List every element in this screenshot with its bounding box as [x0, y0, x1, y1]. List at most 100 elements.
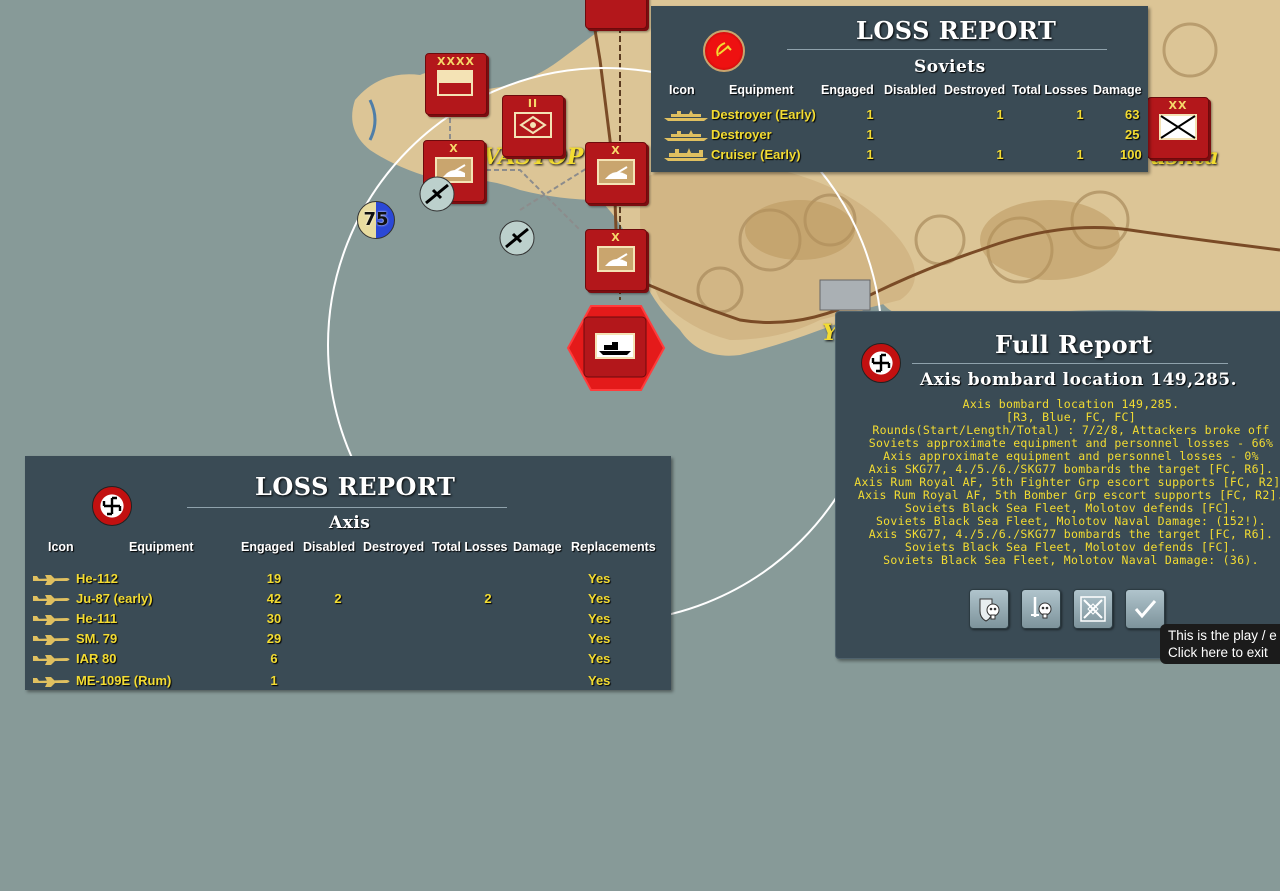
- col-header-engaged: Engaged: [821, 83, 874, 97]
- equipment-name: Ju-87 (early): [76, 591, 153, 606]
- unit-counter-top[interactable]: [585, 0, 647, 29]
- equipment-name: Destroyer (Early): [711, 107, 816, 122]
- artillery-symbol-icon: [597, 246, 635, 272]
- axis-report-side: Axis: [329, 513, 371, 533]
- aircraft-icon: [33, 615, 70, 625]
- total-losses-value: 1: [1076, 107, 1084, 122]
- axis-report-title: LOSS REPORT: [255, 472, 456, 501]
- replacements-value: Yes: [588, 571, 611, 586]
- aircraft-icon: [33, 677, 70, 687]
- equipment-name: ME-109E (Rum): [76, 673, 172, 688]
- col-header-disabled: Disabled: [303, 540, 356, 554]
- confirm-button[interactable]: [1125, 589, 1165, 629]
- col-header-damage: Damage: [513, 540, 562, 554]
- replacements-value: Yes: [588, 651, 611, 666]
- damage-value: 25: [1125, 127, 1140, 142]
- axis-loss-list[interactable]: He-112 19 Yes Ju-87 (early) 42 2 2 Yes H…: [25, 567, 671, 690]
- aircraft-icon: [33, 595, 70, 605]
- unit-size-label: XXXX: [437, 55, 475, 68]
- equipment-name: Destroyer: [711, 127, 772, 142]
- engaged-value: 1: [866, 147, 874, 162]
- unit-counter-battalion[interactable]: II: [502, 95, 564, 157]
- recon-symbol-icon: [514, 112, 552, 138]
- destroyer-ship-icon: [664, 110, 708, 121]
- aircraft-icon: [33, 575, 70, 585]
- equipment-name: Cruiser (Early): [711, 147, 801, 162]
- soviet-flag-icon: [703, 30, 745, 72]
- replacements-value: Yes: [588, 631, 611, 646]
- defense-losses-button[interactable]: [969, 589, 1009, 629]
- table-row: He-112 19 Yes: [25, 571, 671, 591]
- checkmark-icon: [1134, 600, 1157, 619]
- col-header-total-losses: Total Losses: [1012, 83, 1088, 97]
- unit-counter-signal-division[interactable]: XX: [1147, 97, 1209, 159]
- full-report-subtitle: Axis bombard location 149,285.: [920, 370, 1238, 390]
- table-row: IAR 80 6 Yes: [25, 651, 671, 671]
- axis-flag-icon: [92, 486, 132, 526]
- axis-flag-icon: [861, 343, 901, 383]
- tooltip-exit-link[interactable]: Click here to exit: [1168, 644, 1280, 661]
- unit-size-label: XX: [1168, 99, 1188, 112]
- destroyer-ship-icon: [664, 130, 708, 141]
- col-header-destroyed: Destroyed: [363, 540, 425, 554]
- shield-skull-icon: [979, 598, 1000, 622]
- col-header-icon: Icon: [669, 83, 695, 97]
- air-unit-marker-1[interactable]: [419, 176, 455, 212]
- table-row: He-111 30 Yes: [25, 611, 671, 631]
- destroyed-value: 1: [996, 147, 1004, 162]
- title-divider: [912, 363, 1228, 364]
- attack-losses-button[interactable]: [1021, 589, 1061, 629]
- total-losses-value: 2: [484, 591, 492, 606]
- unit-size-label: X: [611, 231, 621, 244]
- engaged-value: 1: [866, 107, 874, 122]
- air-unit-marker-2[interactable]: [499, 220, 535, 256]
- disabled-value: 2: [334, 591, 342, 606]
- tooltip[interactable]: This is the play / e Click here to exit: [1160, 624, 1280, 664]
- unit-size-label: II: [527, 97, 539, 110]
- total-losses-value: 1: [1076, 147, 1084, 162]
- engaged-value: 42: [266, 591, 282, 606]
- col-header-destroyed: Destroyed: [944, 83, 1006, 97]
- soviet-loss-report-panel: LOSS REPORT Soviets Icon Equipment Engag…: [651, 6, 1148, 172]
- equipment-name: He-111: [76, 611, 118, 626]
- unit-counter-artillery-brigade-2[interactable]: X: [585, 142, 647, 204]
- cruiser-ship-icon: [664, 148, 708, 161]
- unit-counter-artillery-brigade-3[interactable]: X: [585, 229, 647, 291]
- engaged-value: 1: [866, 127, 874, 142]
- axis-loss-report-panel: LOSS REPORT Axis Icon Equipment Engaged …: [25, 456, 671, 690]
- engaged-value: 1: [270, 673, 278, 688]
- col-header-total-losses: Total Losses: [432, 540, 508, 554]
- artillery-symbol-icon: [597, 159, 635, 185]
- table-row: ME-109E (Rum) 1 Yes: [25, 673, 671, 690]
- engaged-value: 30: [266, 611, 282, 626]
- combat-details-button[interactable]: [1073, 589, 1113, 629]
- col-header-equipment: Equipment: [729, 83, 794, 97]
- strength-marker[interactable]: 75: [357, 201, 395, 239]
- soviet-report-title: LOSS REPORT: [856, 16, 1057, 45]
- aircraft-icon: [33, 655, 70, 665]
- full-report-title: Full Report: [995, 330, 1153, 359]
- title-divider: [187, 507, 507, 508]
- col-header-equipment: Equipment: [129, 540, 194, 554]
- tooltip-line: This is the play / e: [1168, 628, 1277, 643]
- engaged-value: 19: [266, 571, 282, 586]
- signal-symbol-icon: [1159, 114, 1197, 140]
- unit-size-label: X: [449, 142, 459, 155]
- col-header-disabled: Disabled: [884, 83, 937, 97]
- damage-value: 100: [1120, 147, 1142, 162]
- title-divider: [787, 49, 1107, 50]
- sword-skull-icon: [1031, 597, 1052, 619]
- col-header-engaged: Engaged: [241, 540, 294, 554]
- soviet-report-side: Soviets: [914, 57, 986, 77]
- combat-log[interactable]: Axis bombard location 149,285. [R3, Blue…: [836, 398, 1280, 578]
- col-header-replacements: Replacements: [571, 540, 656, 554]
- strength-value: 75: [363, 209, 389, 230]
- full-report-panel: Full Report Axis bombard location 149,28…: [835, 311, 1280, 659]
- unit-counter-army-hq[interactable]: XXXX: [425, 53, 487, 115]
- replacements-value: Yes: [588, 673, 611, 688]
- hq-symbol-icon: [437, 70, 473, 96]
- destroyed-value: 1: [996, 107, 1004, 122]
- crossed-swords-icon: [1080, 596, 1106, 622]
- damage-value: 63: [1125, 107, 1140, 122]
- naval-unit-hex-selected[interactable]: [566, 304, 666, 392]
